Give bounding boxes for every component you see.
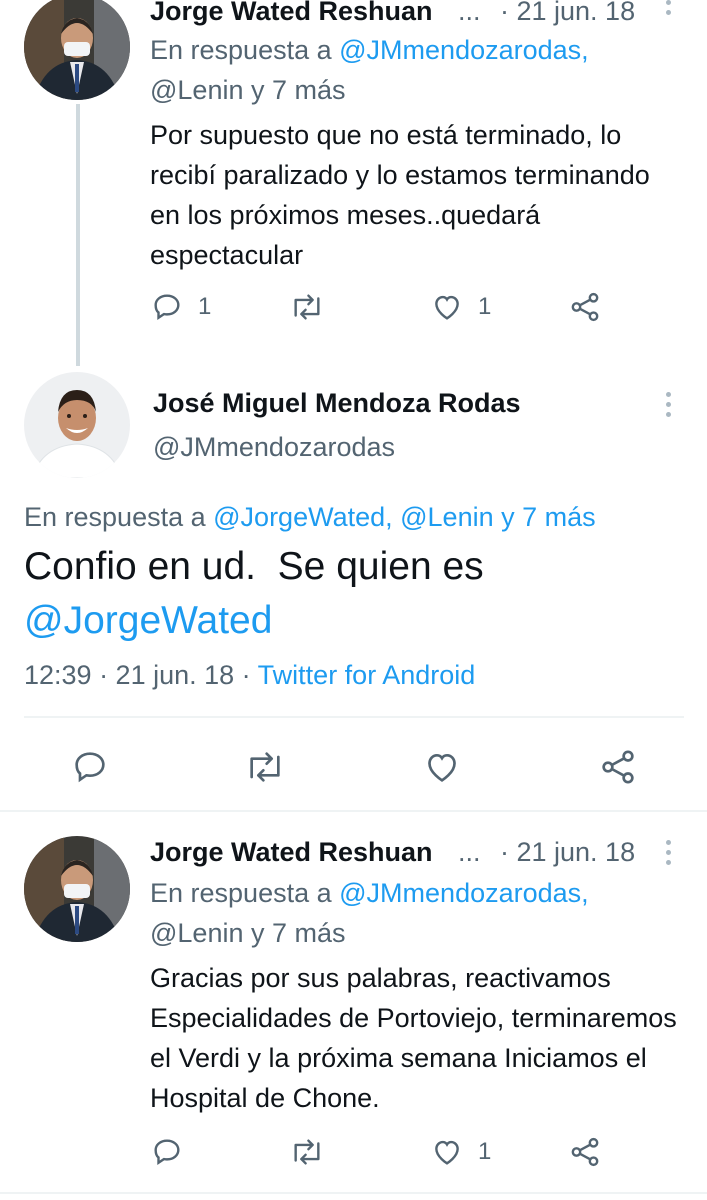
reply-mention-more-link[interactable]: @Lenin y 7 más — [150, 913, 346, 953]
reply-button[interactable]: 1 — [150, 290, 211, 324]
tweet-source-link[interactable]: Twitter for Android — [258, 660, 476, 690]
tweet-timestamp[interactable]: 12:39 · 21 jun. 18 · — [24, 660, 251, 690]
like-icon — [435, 295, 459, 320]
reply-prefix: En respuesta a — [150, 35, 332, 65]
tweet-body: Confio en ud. Se quien es @JorgeWated — [24, 540, 484, 648]
like-count: 1 — [478, 293, 492, 320]
reply-context: En respuesta a @JMmendozarodas, — [150, 30, 589, 70]
author-name[interactable]: José Miguel Mendoza Rodas — [153, 388, 521, 419]
share-icon — [571, 1137, 599, 1167]
retweet-button[interactable] — [243, 747, 287, 787]
body-mention-link[interactable]: @JorgeWated — [24, 599, 272, 642]
avatar-jose-miguel-mendoza[interactable] — [24, 372, 130, 478]
share-icon — [602, 750, 634, 784]
retweet-icon — [294, 1139, 320, 1165]
retweet-icon — [294, 294, 320, 320]
tweet-date[interactable]: · 21 jun. 18 — [500, 0, 635, 27]
reply-icon — [154, 294, 180, 321]
reply-prefix: En respuesta a — [24, 502, 206, 532]
reply-mentions-link[interactable]: @JorgeWated, @Lenin y 7 más — [213, 502, 595, 532]
name-truncation: ... — [458, 0, 481, 26]
reply-icon — [75, 752, 105, 783]
name-truncation: ... — [458, 837, 481, 867]
tweet-divider — [0, 1192, 707, 1194]
thread-connector-line — [76, 104, 80, 366]
reply-prefix: En respuesta a — [150, 878, 332, 908]
tweet-date[interactable]: · 21 jun. 18 — [500, 837, 635, 868]
like-button[interactable]: 1 — [430, 1135, 491, 1169]
tweet-meta: 12:39 · 21 jun. 18 · Twitter for Android — [24, 657, 475, 693]
reply-icon — [154, 1139, 180, 1166]
retweet-button[interactable] — [288, 1135, 326, 1169]
retweet-button[interactable] — [288, 290, 326, 324]
reply-context: En respuesta a @JMmendozarodas, — [150, 873, 589, 913]
share-button[interactable] — [568, 290, 602, 324]
like-button[interactable] — [422, 747, 462, 787]
tweet-body-text: Confio en ud. Se quien es — [24, 545, 484, 588]
avatar-jorge-wated[interactable] — [24, 0, 130, 100]
like-count: 1 — [478, 1138, 492, 1165]
author-name[interactable]: Jorge Wated Reshuan — [150, 0, 433, 27]
tweet-body: Gracias por sus palabras, reactivamos Es… — [150, 963, 677, 1113]
like-button[interactable]: 1 — [430, 290, 491, 324]
reply-mention-link[interactable]: @JMmendozarodas, — [339, 35, 589, 65]
author-handle[interactable]: @JMmendozarodas — [153, 432, 395, 463]
like-icon — [428, 753, 456, 782]
tweet-divider — [0, 810, 707, 812]
like-icon — [435, 1140, 459, 1165]
author-name[interactable]: Jorge Wated Reshuan — [150, 837, 433, 868]
meta-divider — [24, 716, 684, 718]
more-icon[interactable] — [664, 0, 674, 20]
retweet-icon — [250, 752, 280, 782]
reply-button[interactable] — [150, 1135, 198, 1169]
avatar-jorge-wated[interactable] — [24, 836, 130, 942]
reply-count: 1 — [198, 293, 212, 320]
reply-mention-more-link[interactable]: @Lenin y 7 más — [150, 70, 346, 110]
reply-context: En respuesta a @JorgeWated, @Lenin y 7 m… — [24, 497, 596, 537]
more-icon[interactable] — [664, 840, 674, 870]
reply-mention-link[interactable]: @JMmendozarodas, — [339, 878, 589, 908]
share-icon — [571, 292, 599, 322]
tweet-body: Por supuesto que no está terminado, lo r… — [150, 120, 650, 270]
share-button[interactable] — [598, 747, 638, 787]
reply-button[interactable] — [70, 747, 110, 787]
more-icon[interactable] — [664, 392, 674, 422]
share-button[interactable] — [568, 1135, 602, 1169]
